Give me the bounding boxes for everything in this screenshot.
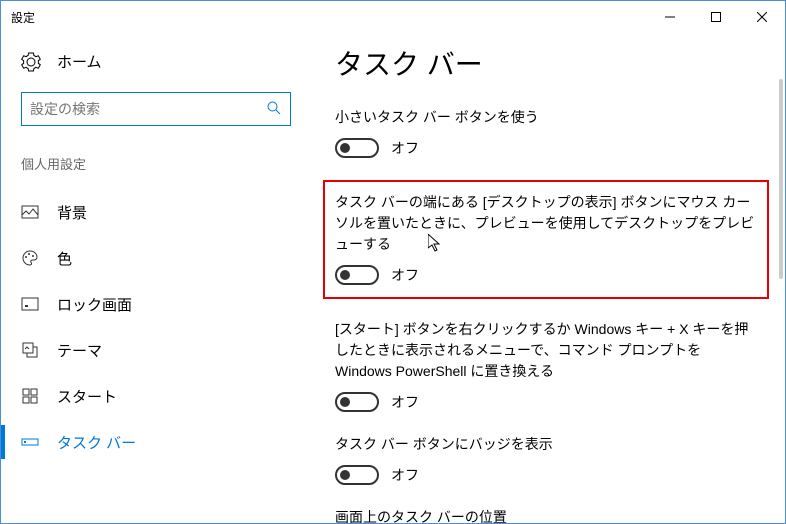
palette-icon bbox=[21, 249, 39, 267]
gear-icon bbox=[21, 52, 41, 72]
home-label: ホーム bbox=[57, 51, 102, 72]
setting-small-buttons: 小さいタスク バー ボタンを使う オフ bbox=[335, 107, 761, 158]
search-field[interactable] bbox=[30, 101, 266, 117]
close-button[interactable] bbox=[739, 2, 785, 32]
sidebar-item-label: 背景 bbox=[57, 202, 87, 223]
setting-badges: タスク バー ボタンにバッジを表示 オフ bbox=[335, 434, 761, 485]
home-link[interactable]: ホーム bbox=[21, 51, 291, 72]
scrollbar[interactable] bbox=[779, 79, 783, 279]
setting-label: タスク バー ボタンにバッジを表示 bbox=[335, 434, 761, 455]
maximize-button[interactable] bbox=[693, 2, 739, 32]
position-label: 画面上のタスク バーの位置 bbox=[335, 507, 761, 523]
window-title: 設定 bbox=[11, 9, 35, 26]
sidebar-item-themes[interactable]: テーマ bbox=[1, 327, 291, 373]
sidebar-item-label: テーマ bbox=[57, 340, 102, 361]
minimize-button[interactable] bbox=[647, 2, 693, 32]
setting-peek-preview: タスク バーの端にある [デスクトップの表示] ボタンにマウス カーソルを置いた… bbox=[335, 192, 757, 285]
setting-label: [スタート] ボタンを右クリックするか Windows キー + X キーを押し… bbox=[335, 319, 761, 382]
page-title: タスク バー bbox=[335, 43, 761, 83]
sidebar-item-start[interactable]: スタート bbox=[1, 373, 291, 419]
sidebar-item-colors[interactable]: 色 bbox=[1, 235, 291, 281]
sidebar-item-label: スタート bbox=[57, 386, 117, 407]
toggle-powershell[interactable] bbox=[335, 392, 379, 412]
sidebar-item-taskbar[interactable]: タスク バー bbox=[1, 419, 291, 465]
taskbar-icon bbox=[21, 433, 39, 451]
titlebar: 設定 bbox=[1, 1, 785, 33]
sidebar-item-label: ロック画面 bbox=[57, 294, 132, 315]
theme-icon bbox=[21, 341, 39, 359]
search-input[interactable] bbox=[21, 92, 291, 126]
toggle-state: オフ bbox=[391, 138, 419, 158]
sidebar-item-label: 色 bbox=[57, 248, 72, 269]
sidebar-item-label: タスク バー bbox=[57, 432, 136, 453]
setting-powershell: [スタート] ボタンを右クリックするか Windows キー + X キーを押し… bbox=[335, 319, 761, 412]
toggle-state: オフ bbox=[391, 392, 419, 412]
lockscreen-icon bbox=[21, 295, 39, 313]
toggle-badges[interactable] bbox=[335, 465, 379, 485]
toggle-small-buttons[interactable] bbox=[335, 138, 379, 158]
toggle-state: オフ bbox=[391, 265, 419, 285]
sidebar: ホーム 個人用設定 背景 色 bbox=[1, 33, 311, 523]
highlight-box: タスク バーの端にある [デスクトップの表示] ボタンにマウス カーソルを置いた… bbox=[323, 180, 769, 299]
picture-icon bbox=[21, 203, 39, 221]
search-icon bbox=[266, 100, 282, 119]
toggle-peek-preview[interactable] bbox=[335, 265, 379, 285]
section-label: 個人用設定 bbox=[21, 154, 291, 173]
setting-label: 小さいタスク バー ボタンを使う bbox=[335, 107, 761, 128]
toggle-state: オフ bbox=[391, 465, 419, 485]
start-icon bbox=[21, 387, 39, 405]
main-panel: タスク バー 小さいタスク バー ボタンを使う オフ タスク バーの端にある [… bbox=[311, 33, 785, 523]
sidebar-item-lockscreen[interactable]: ロック画面 bbox=[1, 281, 291, 327]
setting-label: タスク バーの端にある [デスクトップの表示] ボタンにマウス カーソルを置いた… bbox=[335, 192, 757, 255]
sidebar-item-background[interactable]: 背景 bbox=[1, 189, 291, 235]
